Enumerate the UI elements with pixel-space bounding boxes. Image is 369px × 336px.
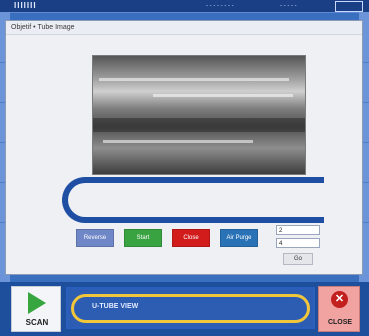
scan-label: SCAN <box>25 318 49 327</box>
app-title: IIIIIII <box>14 1 37 10</box>
status-panel: U-TUBE VIEW <box>66 287 315 329</box>
u-tube-diagram <box>62 177 324 223</box>
app-header-mid: - - - - - - - - <box>206 3 234 9</box>
air-purge-button[interactable]: Air Purge <box>220 229 258 247</box>
play-triangle-icon <box>28 292 46 314</box>
app-header-box[interactable] <box>335 1 363 12</box>
dialog-titlebar: Objetif • Tube Image <box>6 21 362 35</box>
tube-camera-image <box>92 55 306 175</box>
close-button[interactable]: ✕ CLOSE <box>318 286 360 332</box>
image-streak <box>153 94 293 97</box>
close-label: CLOSE <box>327 319 353 326</box>
app-header: IIIIIII - - - - - - - - - - - - - <box>0 0 369 13</box>
status-text: U-TUBE VIEW <box>92 303 139 310</box>
close-x-icon: ✕ <box>331 291 348 308</box>
tube-image-dialog: Objetif • Tube Image Reverse Start Close… <box>5 20 363 275</box>
dialog-title: Objetif • Tube Image <box>11 24 75 31</box>
app-header-right: - - - - - <box>280 3 297 9</box>
value-input-1[interactable]: 2 <box>276 225 320 235</box>
image-shadow <box>93 118 305 132</box>
reverse-button[interactable]: Reverse <box>76 229 114 247</box>
status-pill: U-TUBE VIEW <box>71 294 310 323</box>
start-button[interactable]: Start <box>124 229 162 247</box>
image-streak <box>103 140 253 143</box>
value-input-2[interactable]: 4 <box>276 238 320 248</box>
go-button[interactable]: Go <box>283 253 313 265</box>
close-pump-button[interactable]: Close <box>172 229 210 247</box>
scan-button[interactable]: SCAN <box>11 286 61 332</box>
image-streak <box>99 78 289 81</box>
